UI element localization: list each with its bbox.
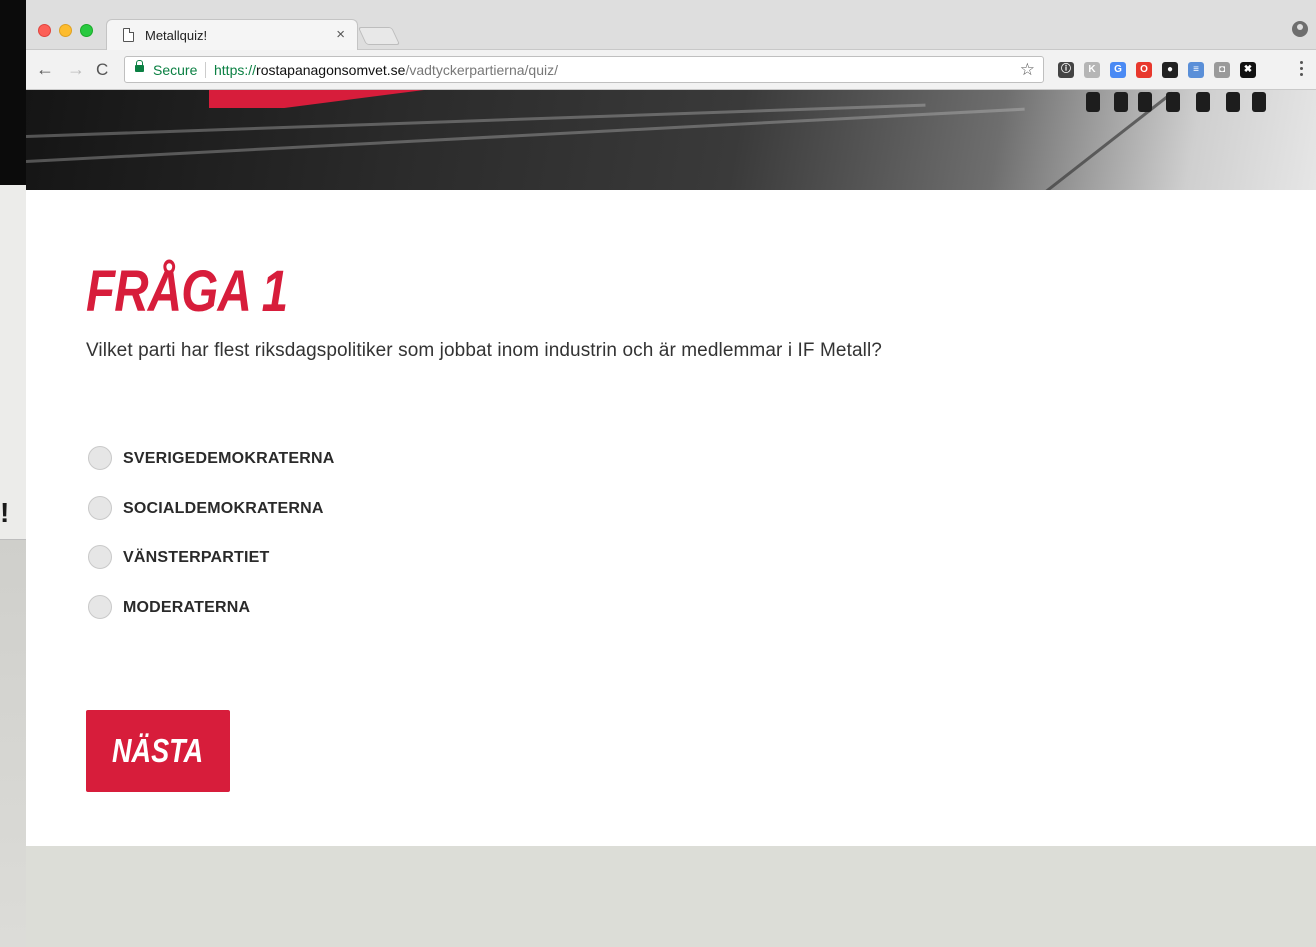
lock-icon xyxy=(135,60,144,72)
question-text: Vilket parti har flest riksdagspolitiker… xyxy=(86,340,882,361)
radio-button[interactable] xyxy=(88,594,112,619)
question-title: FRÅGA 1 xyxy=(86,259,288,324)
answer-label[interactable]: SVERIGEDEMOKRATERNA xyxy=(123,450,335,468)
answer-label[interactable]: MODERATERNA xyxy=(123,599,250,617)
camera-icon[interactable]: ◘ xyxy=(1214,62,1230,78)
answer-label[interactable]: VÄNSTERPARTIET xyxy=(123,549,270,567)
answer-option[interactable]: SOCIALDEMOKRATERNA xyxy=(88,495,335,546)
answer-option[interactable]: VÄNSTERPARTIET xyxy=(88,545,335,595)
hero-rail xyxy=(26,107,1025,163)
radio-button[interactable] xyxy=(88,446,112,470)
stack-icon[interactable]: ≡ xyxy=(1188,62,1204,78)
profile-icon[interactable] xyxy=(1292,21,1308,37)
background-window-dark-area xyxy=(0,0,26,185)
back-arrow-icon[interactable]: ← xyxy=(36,59,54,80)
browser-toolbar: ← → C Secure https://rostapanagonsomvet.… xyxy=(26,50,1316,90)
tab-strip: Metallquiz! × xyxy=(26,0,1316,50)
kebab-menu-icon[interactable] xyxy=(1300,61,1304,79)
hero-image xyxy=(26,90,1316,190)
browser-window: Metallquiz! × ← → C Secure https://rosta… xyxy=(26,0,1316,947)
background-window-shade xyxy=(0,540,26,947)
forward-arrow-icon[interactable]: → xyxy=(67,59,85,80)
opera-icon[interactable]: O xyxy=(1136,62,1152,78)
background-window: ! xyxy=(0,0,26,947)
window-close-button[interactable] xyxy=(38,24,51,37)
url-text: https://rostapanagonsomvet.se/vadtyckerp… xyxy=(214,62,558,78)
color-wheel-icon[interactable]: ● xyxy=(1162,62,1178,78)
next-button[interactable]: NÄSTA xyxy=(86,710,230,792)
new-tab-button[interactable] xyxy=(357,27,401,45)
page-footer xyxy=(26,846,1316,947)
tab-close-icon[interactable]: × xyxy=(336,26,345,43)
answer-option[interactable]: SVERIGEDEMOKRATERNA xyxy=(88,446,335,496)
address-separator xyxy=(205,62,206,78)
translate-icon[interactable]: G xyxy=(1110,62,1126,78)
hero-red-stripe xyxy=(209,90,424,108)
answer-options: SVERIGEDEMOKRATERNA SOCIALDEMOKRATERNA V… xyxy=(88,446,335,644)
tab-title: Metallquiz! xyxy=(145,28,208,43)
extension-k-icon[interactable]: K xyxy=(1084,62,1100,78)
bookmark-star-icon[interactable]: ☆ xyxy=(1020,60,1035,80)
radio-button[interactable] xyxy=(88,545,112,569)
url-scheme: https:// xyxy=(214,62,257,78)
browser-tab-metallquiz[interactable]: Metallquiz! × xyxy=(106,19,358,50)
next-button-label: NÄSTA xyxy=(112,732,204,769)
answer-label[interactable]: SOCIALDEMOKRATERNA xyxy=(123,500,324,518)
radio-button[interactable] xyxy=(88,495,112,520)
url-host: rostapanagonsomvet.se xyxy=(256,62,406,78)
page-icon xyxy=(123,28,134,42)
quiz-content: FRÅGA 1 Vilket parti har flest riksdagsp… xyxy=(26,190,1316,846)
hero-figures xyxy=(1076,90,1276,112)
info-icon[interactable]: ⓘ xyxy=(1058,62,1074,78)
secure-label: Secure xyxy=(153,62,198,78)
address-bar[interactable]: Secure https://rostapanagonsomvet.se/vad… xyxy=(124,56,1044,83)
cross-icon[interactable]: ✖ xyxy=(1240,62,1256,78)
background-window-panel xyxy=(0,185,26,540)
window-minimize-button[interactable] xyxy=(59,24,72,37)
url-path: /vadtyckerpartierna/quiz/ xyxy=(405,62,558,78)
answer-option[interactable]: MODERATERNA xyxy=(88,594,335,645)
window-maximize-button[interactable] xyxy=(80,24,93,37)
reload-icon[interactable]: C xyxy=(96,60,108,80)
background-window-mark: ! xyxy=(0,497,10,528)
